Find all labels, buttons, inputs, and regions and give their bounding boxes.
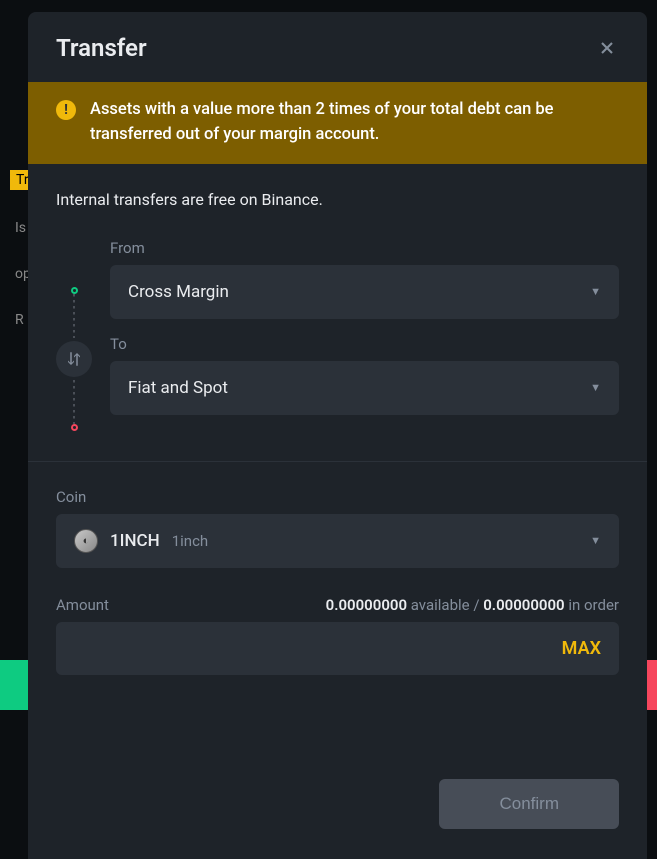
- coin-name: 1inch: [172, 532, 208, 550]
- chevron-down-icon: ▼: [590, 534, 601, 547]
- modal-body: Internal transfers are free on Binance. …: [28, 164, 647, 760]
- coin-info: ◐ 1INCH 1inch: [74, 529, 208, 553]
- connector-line: [73, 294, 75, 338]
- amount-header: Amount 0.00000000 available / 0.00000000…: [56, 596, 619, 614]
- from-dot: [71, 287, 78, 294]
- confirm-button[interactable]: Confirm: [439, 779, 619, 829]
- transfer-modal: Transfer ! Assets with a value more than…: [28, 12, 647, 859]
- available-label: available /: [407, 596, 483, 614]
- info-text: Internal transfers are free on Binance.: [56, 190, 619, 209]
- available-value: 0.00000000: [326, 596, 407, 614]
- warning-text: Assets with a value more than 2 times of…: [90, 98, 619, 148]
- in-order-value: 0.00000000: [483, 596, 564, 614]
- transfer-indicator: [56, 239, 92, 431]
- coin-icon: ◐: [74, 529, 98, 553]
- chevron-down-icon: ▼: [590, 381, 601, 394]
- amount-info: 0.00000000 available / 0.00000000 in ord…: [326, 596, 619, 614]
- to-select[interactable]: Fiat and Spot ▼: [110, 361, 619, 415]
- transfer-section: From Cross Margin ▼ To Fiat and Spot ▼: [56, 239, 619, 431]
- chevron-down-icon: ▼: [590, 285, 601, 298]
- divider: [28, 461, 647, 462]
- connector-line: [73, 380, 75, 424]
- from-field-group: From Cross Margin ▼: [110, 239, 619, 319]
- close-icon: [597, 38, 617, 58]
- to-label: To: [110, 335, 619, 353]
- warning-icon: !: [56, 100, 76, 120]
- max-button[interactable]: MAX: [562, 638, 601, 659]
- coin-select[interactable]: ◐ 1INCH 1inch ▼: [56, 514, 619, 568]
- from-value: Cross Margin: [128, 282, 229, 302]
- amount-field-group: Amount 0.00000000 available / 0.00000000…: [56, 596, 619, 675]
- close-button[interactable]: [595, 36, 619, 60]
- modal-title: Transfer: [56, 34, 147, 62]
- modal-footer: Confirm: [28, 759, 647, 859]
- coin-symbol: 1INCH: [110, 531, 160, 551]
- amount-label: Amount: [56, 596, 109, 614]
- from-label: From: [110, 239, 619, 257]
- from-select[interactable]: Cross Margin ▼: [110, 265, 619, 319]
- coin-label: Coin: [56, 488, 619, 506]
- to-field-group: To Fiat and Spot ▼: [110, 335, 619, 415]
- in-order-label: in order: [565, 596, 619, 614]
- swap-button[interactable]: [56, 341, 92, 377]
- to-dot: [71, 424, 78, 431]
- warning-banner: ! Assets with a value more than 2 times …: [28, 82, 647, 164]
- amount-input[interactable]: MAX: [56, 622, 619, 675]
- modal-header: Transfer: [28, 12, 647, 82]
- to-value: Fiat and Spot: [128, 378, 228, 398]
- transfer-fields: From Cross Margin ▼ To Fiat and Spot ▼: [110, 239, 619, 431]
- swap-icon: [65, 350, 83, 368]
- backdrop-buy-bar: [0, 660, 28, 710]
- coin-field-group: Coin ◐ 1INCH 1inch ▼: [56, 488, 619, 568]
